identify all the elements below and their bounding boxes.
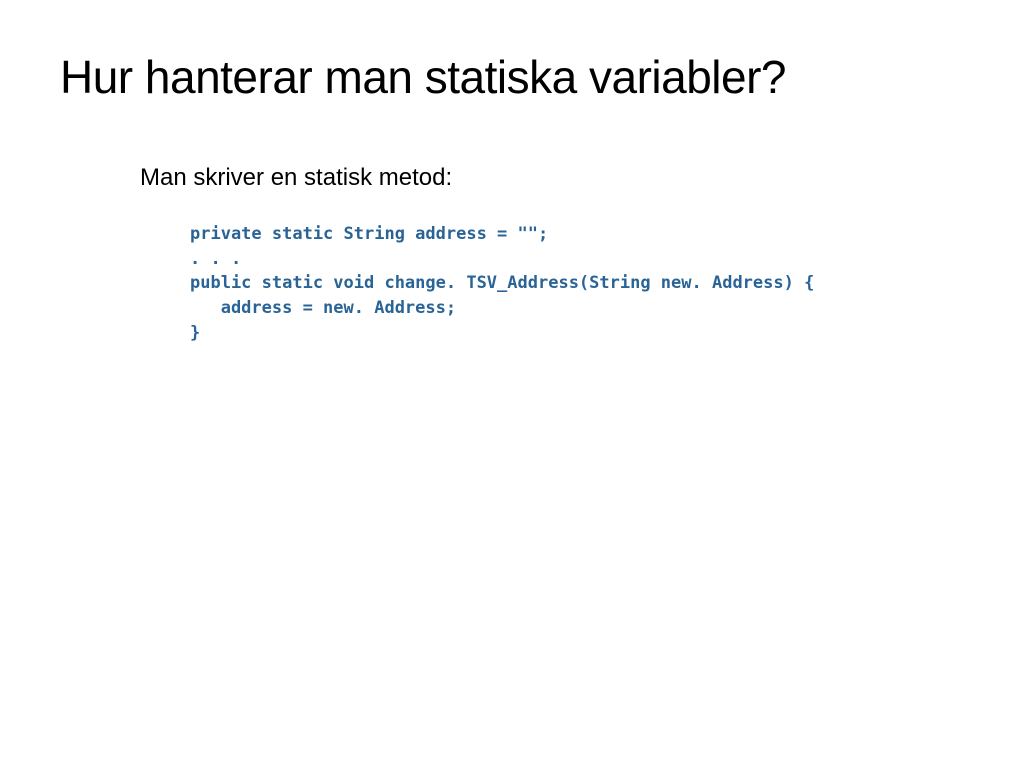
code-block: private static String address = ""; . . …: [190, 222, 964, 345]
slide-title: Hur hanterar man statiska variabler?: [60, 50, 964, 104]
slide-subtitle: Man skriver en statisk metod:: [140, 164, 964, 192]
slide-container: Hur hanterar man statiska variabler? Man…: [0, 0, 1024, 768]
